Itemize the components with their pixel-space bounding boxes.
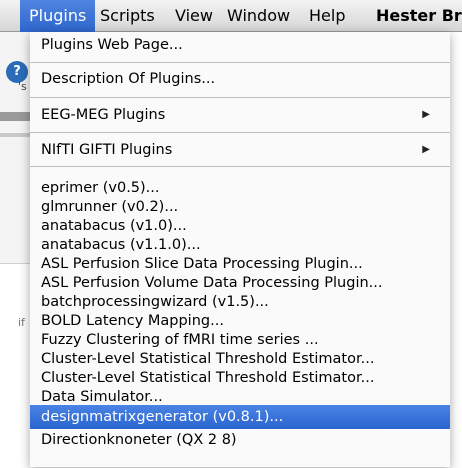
submenu-arrow-icon: ▶: [422, 144, 430, 155]
menu-item-eeg-meg-plugins[interactable]: EEG-MEG Plugins ▶: [30, 103, 450, 127]
menu-plugins[interactable]: Plugins: [20, 0, 96, 32]
menu-item-description-of-plugins[interactable]: Description Of Plugins...: [30, 67, 450, 91]
background-text-fragment: 's: [18, 80, 27, 93]
background-divider: [0, 133, 30, 137]
menu-separator: [30, 97, 450, 98]
menu-item-label: EEG-MEG Plugins: [41, 107, 166, 123]
menu-separator: [30, 166, 450, 167]
background-toolbar: [0, 112, 30, 121]
menu-item-designmatrixgenerator[interactable]: designmatrixgenerator (v0.8.1)...: [30, 405, 450, 429]
menu-item-plugins-web-page[interactable]: Plugins Web Page...: [30, 33, 450, 57]
submenu-arrow-icon: ▶: [422, 109, 430, 120]
menu-item-directionknoneter[interactable]: Directionknoneter (QX 2 8): [30, 428, 450, 452]
menu-separator: [30, 62, 450, 63]
menu-user-name[interactable]: Hester Br: [367, 0, 462, 32]
menu-view[interactable]: View: [166, 0, 222, 32]
menu-help[interactable]: Help: [300, 0, 354, 32]
menu-window[interactable]: Window: [218, 0, 299, 32]
menu-item-label: NIfTI GIFTI Plugins: [41, 142, 173, 158]
menu-item-nifti-gifti-plugins[interactable]: NIfTI GIFTI Plugins ▶: [30, 138, 450, 162]
background-text-fragment-2: if: [18, 316, 25, 329]
background-panel: [0, 263, 30, 468]
plugins-dropdown-menu: Plugins Web Page... Description Of Plugi…: [30, 32, 450, 467]
menu-bar: Plugins Scripts View Window Help Hester …: [0, 0, 462, 32]
menu-separator: [30, 132, 450, 133]
menu-scripts[interactable]: Scripts: [91, 0, 164, 32]
